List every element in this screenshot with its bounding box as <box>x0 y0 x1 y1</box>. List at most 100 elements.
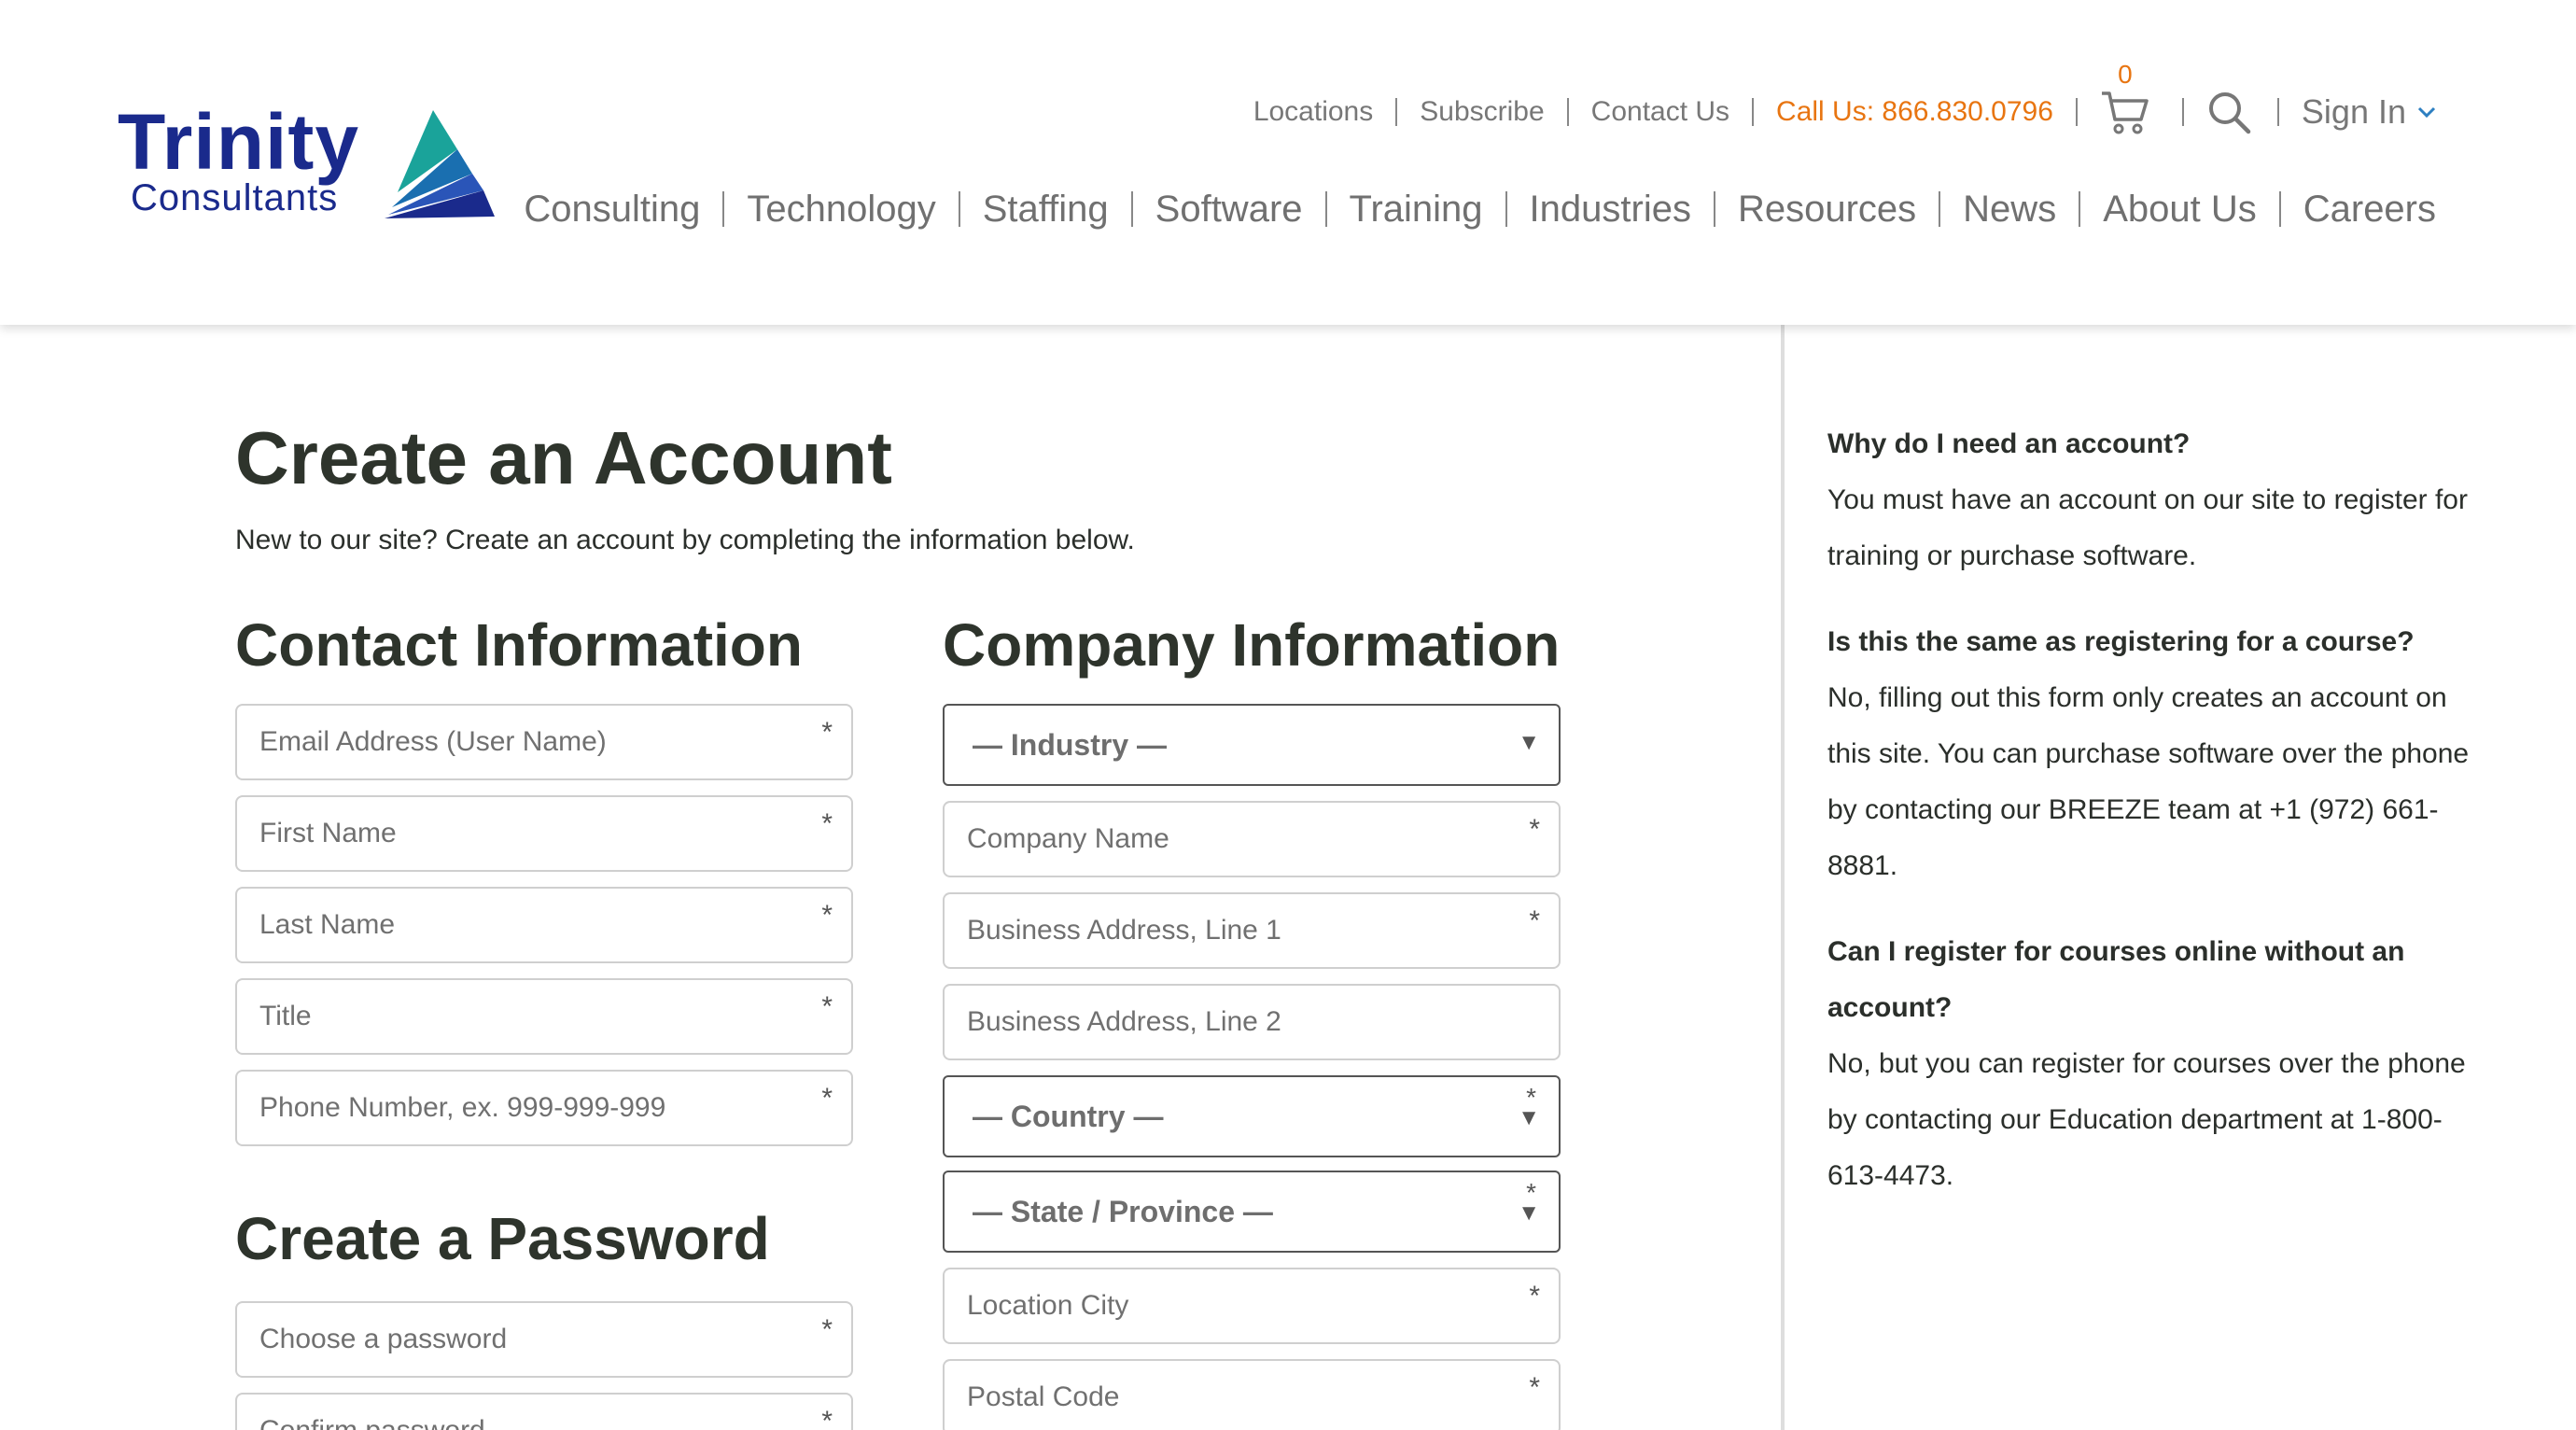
chevron-down-icon <box>2417 106 2436 119</box>
required-marker: * <box>1529 1281 1540 1311</box>
faq-answer: You must have an account on our site to … <box>1827 484 2468 571</box>
faq-question: Is this the same as registering for a co… <box>1827 626 2415 657</box>
faq-item: Is this the same as registering for a co… <box>1827 614 2481 894</box>
required-marker: * <box>821 991 833 1022</box>
nav-news[interactable]: News <box>1963 189 2056 231</box>
nav-software[interactable]: Software <box>1155 189 1303 231</box>
address-line1-placeholder: Business Address, Line 1 <box>967 915 1281 946</box>
faq-item: Why do I need an account? You must have … <box>1827 416 2481 584</box>
cart-count-badge: 0 <box>2118 60 2133 89</box>
nav-technology[interactable]: Technology <box>747 189 935 231</box>
phone-placeholder: Phone Number, ex. 999-999-999 <box>259 1092 666 1123</box>
separator <box>2181 98 2184 126</box>
first-name-placeholder: First Name <box>259 818 397 848</box>
phone-field[interactable]: Phone Number, ex. 999-999-999 * <box>235 1070 853 1146</box>
nav-staffing[interactable]: Staffing <box>983 189 1109 231</box>
nav-industries[interactable]: Industries <box>1530 189 1691 231</box>
site-header: Trinity Consultants Locations Subscribe … <box>0 0 2576 325</box>
faq-item: Can I register for courses online withou… <box>1827 924 2481 1204</box>
separator <box>1939 191 1941 227</box>
faq-sidebar: Why do I need an account? You must have … <box>1827 416 2481 1234</box>
separator <box>1395 98 1398 126</box>
country-select[interactable]: — Country — * ▼ <box>943 1075 1561 1157</box>
state-select-label: — State / Province — <box>973 1195 1273 1228</box>
page-subtitle: New to our site? Create an account by co… <box>235 525 1135 555</box>
required-marker: * <box>821 808 833 839</box>
password-placeholder: Choose a password <box>259 1324 508 1354</box>
required-marker: * <box>821 1406 833 1430</box>
company-name-field[interactable]: Company Name * <box>943 801 1561 877</box>
sidebar-divider <box>1781 325 1785 1430</box>
sign-in-label: Sign In <box>2301 92 2406 131</box>
first-name-field[interactable]: First Name * <box>235 795 853 872</box>
sign-in-menu[interactable]: Sign In <box>2302 92 2436 132</box>
password-field[interactable]: Choose a password * <box>235 1301 853 1378</box>
nav-contact-us[interactable]: Contact Us <box>1591 96 1729 128</box>
required-marker: * <box>1529 905 1540 936</box>
faq-question: Can I register for courses online withou… <box>1827 936 2405 1023</box>
required-marker: * <box>821 1083 833 1114</box>
cart-icon <box>2101 91 2149 134</box>
company-info-heading: Company Information <box>943 611 1561 679</box>
separator <box>2075 98 2078 126</box>
postal-code-field[interactable]: Postal Code * <box>943 1359 1561 1430</box>
separator <box>1130 191 1133 227</box>
title-field[interactable]: Title * <box>235 978 853 1055</box>
confirm-password-field[interactable]: Confirm password * <box>235 1393 853 1430</box>
company-name-placeholder: Company Name <box>967 823 1169 854</box>
separator <box>1566 98 1569 126</box>
dropdown-arrow-icon: ▼ <box>1518 730 1540 755</box>
main-nav: Consulting Technology Staffing Software … <box>524 183 2436 235</box>
nav-careers[interactable]: Careers <box>2303 189 2436 231</box>
contact-info-heading: Contact Information <box>235 611 803 679</box>
utility-nav: Locations Subscribe Contact Us Call Us: … <box>1253 60 2436 134</box>
required-marker: * <box>1529 814 1540 845</box>
address-line2-placeholder: Business Address, Line 2 <box>967 1006 1281 1037</box>
email-placeholder: Email Address (User Name) <box>259 726 607 757</box>
email-field[interactable]: Email Address (User Name) * <box>235 704 853 780</box>
faq-answer: No, but you can register for courses ove… <box>1827 1048 2466 1191</box>
required-marker: * <box>821 900 833 931</box>
last-name-placeholder: Last Name <box>259 909 396 940</box>
industry-select[interactable]: — Industry — ▼ <box>943 704 1561 786</box>
required-marker: * <box>821 1314 833 1345</box>
dropdown-arrow-icon: ▼ <box>1518 1200 1540 1226</box>
nav-locations[interactable]: Locations <box>1253 96 1373 128</box>
faq-answer: No, filling out this form only creates a… <box>1827 682 2470 881</box>
confirm-password-placeholder: Confirm password <box>259 1395 485 1430</box>
state-select[interactable]: — State / Province — * ▼ <box>943 1171 1561 1253</box>
last-name-field[interactable]: Last Name * <box>235 887 853 963</box>
logo-mark-icon <box>385 110 495 218</box>
nav-subscribe[interactable]: Subscribe <box>1420 96 1544 128</box>
logo-text-consultants: Consultants <box>131 177 339 218</box>
dropdown-arrow-icon: ▼ <box>1518 1105 1540 1130</box>
separator <box>1713 191 1715 227</box>
separator <box>1505 191 1507 227</box>
separator <box>722 191 725 227</box>
separator <box>1752 98 1755 126</box>
industry-select-label: — Industry — <box>973 728 1168 762</box>
separator <box>2278 191 2281 227</box>
required-marker: * <box>821 717 833 748</box>
separator <box>958 191 960 227</box>
required-marker: * <box>1529 1372 1540 1403</box>
trinity-logo[interactable]: Trinity Consultants <box>118 103 510 224</box>
call-us-link[interactable]: Call Us: 866.830.0796 <box>1776 96 2053 128</box>
separator <box>2079 191 2081 227</box>
logo-text-trinity: Trinity <box>118 98 360 186</box>
nav-training[interactable]: Training <box>1350 189 1483 231</box>
search-icon[interactable] <box>2206 90 2251 134</box>
nav-consulting[interactable]: Consulting <box>524 189 700 231</box>
nav-about-us[interactable]: About Us <box>2103 189 2257 231</box>
country-select-label: — Country — <box>973 1100 1164 1133</box>
nav-resources[interactable]: Resources <box>1738 189 1916 231</box>
address-line2-field[interactable]: Business Address, Line 2 <box>943 984 1561 1060</box>
separator <box>1324 191 1327 227</box>
city-field[interactable]: Location City * <box>943 1268 1561 1344</box>
address-line1-field[interactable]: Business Address, Line 1 * <box>943 892 1561 969</box>
title-placeholder: Title <box>259 1001 312 1031</box>
password-heading: Create a Password <box>235 1205 770 1272</box>
separator <box>2276 98 2279 126</box>
postal-code-placeholder: Postal Code <box>967 1381 1120 1412</box>
cart-button[interactable]: 0 <box>2100 60 2150 134</box>
